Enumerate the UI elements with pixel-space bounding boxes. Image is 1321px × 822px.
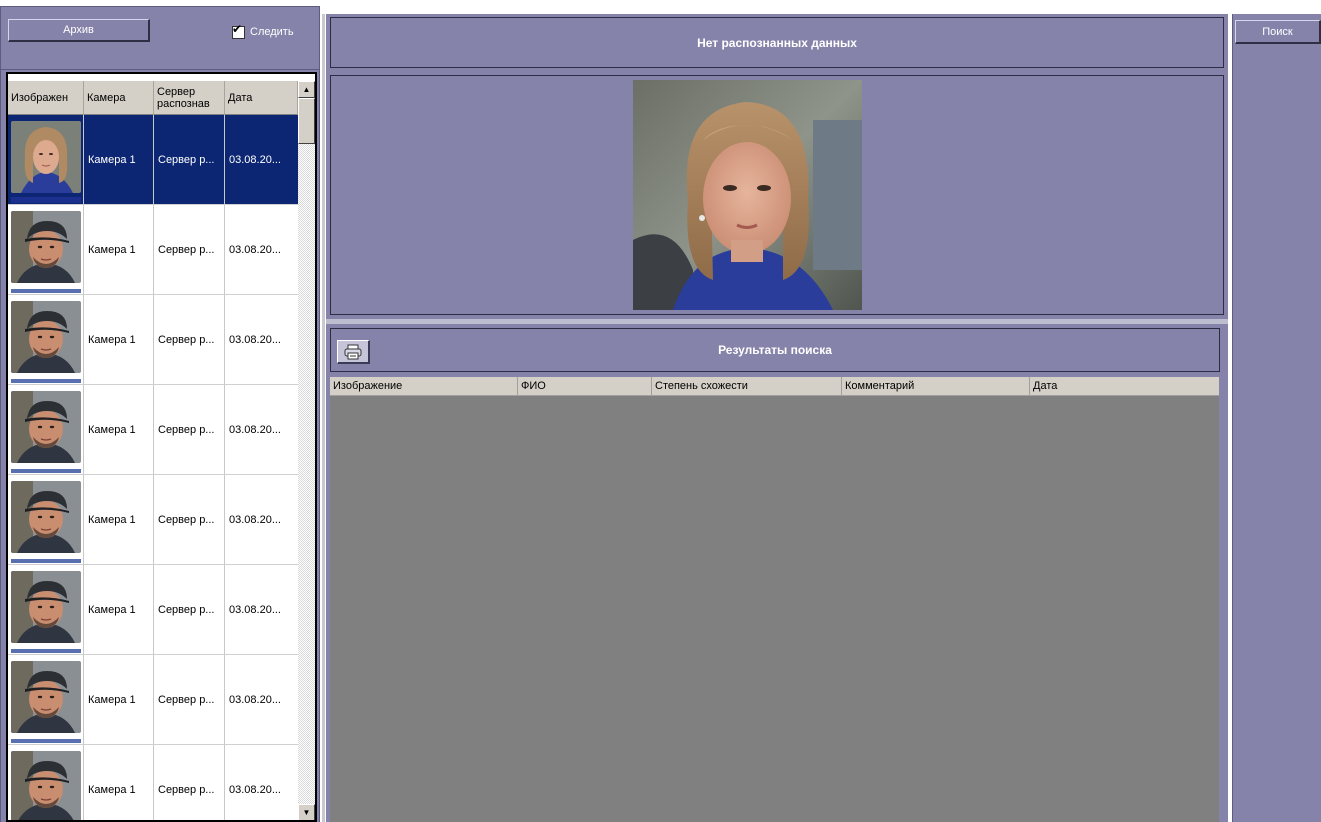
thumbnail-strip xyxy=(11,739,81,743)
vertical-splitter[interactable] xyxy=(322,14,325,822)
horizontal-splitter[interactable] xyxy=(326,319,1228,324)
row-server: Сервер р... xyxy=(154,205,225,295)
row-image-cell xyxy=(8,565,84,655)
results-column-date[interactable]: Дата xyxy=(1030,377,1219,396)
row-date: 03.08.20... xyxy=(229,784,281,796)
column-header-camera[interactable]: Камера xyxy=(84,81,154,115)
checkbox-box[interactable]: ✔ xyxy=(232,21,245,39)
face-thumbnail xyxy=(11,211,81,283)
table-row[interactable]: Камера 1 Сервер р... 03.08.20... xyxy=(8,655,298,745)
row-date: 03.08.20... xyxy=(229,604,281,616)
row-date: 03.08.20... xyxy=(229,154,281,166)
face-thumbnail xyxy=(11,661,81,733)
table-row[interactable]: Камера 1 Сервер р... 03.08.20... xyxy=(8,565,298,655)
arrow-down-icon[interactable]: ▼ xyxy=(298,804,315,820)
table-row[interactable]: Камера 1 Сервер р... 03.08.20... xyxy=(8,115,298,205)
row-server: Сервер р... xyxy=(154,115,225,205)
thumbnail-strip xyxy=(11,379,81,383)
row-camera: Камера 1 xyxy=(84,115,154,205)
right-panel xyxy=(1232,14,1321,822)
row-image-cell xyxy=(8,385,84,475)
column-header-image[interactable]: Изображен xyxy=(8,81,84,115)
results-column-image[interactable]: Изображение xyxy=(330,377,518,396)
follow-checkbox[interactable]: ✔ Следить xyxy=(232,21,294,40)
recognition-status: Нет распознанных данных xyxy=(330,17,1224,68)
table-row[interactable]: Камера 1 Сервер р... 03.08.20... xyxy=(8,385,298,475)
row-date: 03.08.20... xyxy=(229,694,281,706)
results-grid-header: Изображение ФИО Степень схожести Коммент… xyxy=(330,377,1219,396)
checkmark-icon: ✔ xyxy=(232,21,243,36)
column-header-date[interactable]: Дата xyxy=(225,81,298,115)
thumbnail-strip xyxy=(11,289,81,293)
row-image-cell xyxy=(8,655,84,745)
row-server: Сервер р... xyxy=(154,655,225,745)
face-thumbnail xyxy=(11,391,81,463)
face-thumbnail xyxy=(11,301,81,373)
row-date: 03.08.20... xyxy=(229,334,281,346)
results-title: Результаты поиска xyxy=(330,328,1220,372)
arrow-up-icon[interactable]: ▲ xyxy=(298,81,315,98)
table-row[interactable]: Камера 1 Сервер р... 03.08.20... xyxy=(8,295,298,385)
scrollbar-thumb[interactable] xyxy=(298,98,315,144)
row-image-cell xyxy=(8,205,84,295)
follow-label: Следить xyxy=(250,26,294,38)
face-thumbnail xyxy=(11,121,81,193)
thumbnail-strip xyxy=(11,559,81,563)
row-camera: Камера 1 xyxy=(84,205,154,295)
table-row[interactable]: Камера 1 Сервер р... 03.08.20... xyxy=(8,745,298,820)
archive-button[interactable]: Архив xyxy=(8,19,150,42)
results-column-comment[interactable]: Комментарий xyxy=(842,377,1030,396)
row-date: 03.08.20... xyxy=(229,514,281,526)
event-grid[interactable]: Изображен Камера Сервер распознав Дата К… xyxy=(6,72,317,822)
row-camera: Камера 1 xyxy=(84,655,154,745)
row-camera: Камера 1 xyxy=(84,295,154,385)
row-date: 03.08.20... xyxy=(229,244,281,256)
event-grid-scrollbar[interactable]: ▲ ▼ xyxy=(298,81,315,820)
results-grid[interactable] xyxy=(330,377,1219,822)
row-image-cell xyxy=(8,295,84,385)
thumbnail-strip xyxy=(11,649,81,653)
row-server: Сервер р... xyxy=(154,745,225,820)
row-image-cell xyxy=(8,475,84,565)
row-camera: Камера 1 xyxy=(84,385,154,475)
row-camera: Камера 1 xyxy=(84,565,154,655)
face-thumbnail xyxy=(11,481,81,553)
row-image-cell xyxy=(8,745,84,820)
thumbnail-strip xyxy=(11,469,81,473)
row-server: Сервер р... xyxy=(154,385,225,475)
row-server: Сервер р... xyxy=(154,475,225,565)
row-camera: Камера 1 xyxy=(84,475,154,565)
print-button[interactable] xyxy=(337,340,370,364)
table-row[interactable]: Камера 1 Сервер р... 03.08.20... xyxy=(8,205,298,295)
column-header-server[interactable]: Сервер распознав xyxy=(154,81,225,115)
event-grid-header: Изображен Камера Сервер распознав Дата xyxy=(8,81,298,115)
thumbnail-strip xyxy=(11,197,81,203)
face-thumbnail xyxy=(11,571,81,643)
row-server: Сервер р... xyxy=(154,565,225,655)
row-image-cell xyxy=(8,115,84,205)
search-button[interactable]: Поиск xyxy=(1235,20,1321,44)
table-row[interactable]: Камера 1 Сервер р... 03.08.20... xyxy=(8,475,298,565)
results-column-similarity[interactable]: Степень схожести xyxy=(652,377,842,396)
results-column-name[interactable]: ФИО xyxy=(518,377,652,396)
printer-icon xyxy=(344,344,362,359)
row-camera: Камера 1 xyxy=(84,745,154,820)
row-server: Сервер р... xyxy=(154,295,225,385)
row-date: 03.08.20... xyxy=(229,424,281,436)
selected-face-photo xyxy=(633,80,862,310)
face-thumbnail xyxy=(11,751,81,820)
